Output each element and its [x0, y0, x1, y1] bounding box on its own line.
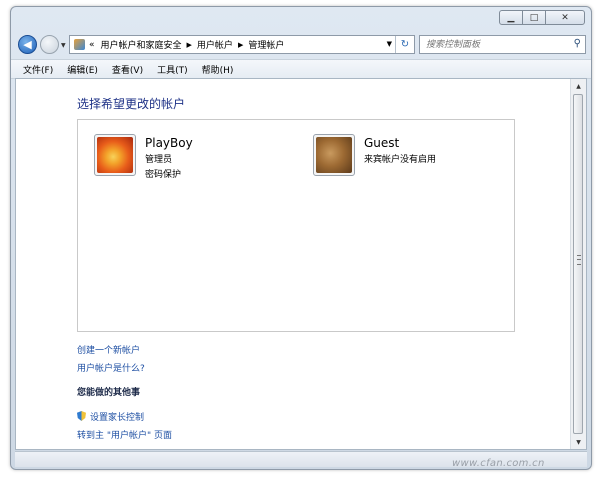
menu-edit[interactable]: 编辑(E) — [67, 63, 98, 76]
refresh-icon: ↻ — [400, 39, 410, 50]
account-status: 密码保护 — [145, 170, 182, 180]
menu-help[interactable]: 帮助(H) — [202, 63, 234, 76]
scroll-down-icon[interactable]: ▼ — [571, 435, 586, 449]
grip-icon — [577, 255, 581, 265]
search-input[interactable] — [420, 38, 568, 51]
create-account-link[interactable]: 创建一个新帐户 — [77, 343, 140, 356]
avatar[interactable] — [94, 134, 136, 176]
forward-button[interactable] — [40, 35, 59, 54]
menu-view[interactable]: 查看(V) — [112, 63, 143, 76]
breadcrumb-item[interactable]: 用户帐户 — [197, 38, 233, 51]
menu-file[interactable]: 文件(F) — [23, 63, 53, 76]
recent-pages-dropdown-icon[interactable]: ▼ — [61, 42, 66, 49]
menu-tools[interactable]: 工具(T) — [157, 63, 188, 76]
close-button[interactable]: ✕ — [545, 10, 585, 25]
back-arrow-icon: ◀ — [23, 38, 32, 51]
parental-controls-link[interactable]: 设置家长控制 — [77, 410, 144, 423]
navigation-bar: ◀ ▼ « 用户帐户和家庭安全 ▶ 用户帐户 ▶ 管理帐户 ▼ ↻ ⚲ — [11, 33, 591, 57]
breadcrumb-item[interactable]: 管理帐户 — [248, 38, 284, 51]
account-name[interactable]: Guest — [364, 136, 436, 150]
breadcrumb-item[interactable]: 用户帐户和家庭安全 — [101, 38, 182, 51]
search-box[interactable]: ⚲ — [419, 35, 586, 54]
avatar[interactable] — [313, 134, 355, 176]
account-type: 管理员 — [145, 155, 173, 165]
address-dropdown-icon[interactable]: ▼ — [387, 40, 392, 48]
watermark: www.cfan.com.cn — [452, 458, 545, 469]
account-tile-playboy[interactable]: PlayBoy 管理员 密码保护 — [94, 134, 193, 180]
goto-user-accounts-link[interactable]: 转到主 "用户帐户" 页面 — [77, 428, 172, 441]
account-status: 来宾帐户没有启用 — [364, 155, 437, 165]
scrollbar-thumb[interactable] — [573, 94, 583, 434]
chevron-right-icon[interactable]: ▶ — [187, 41, 192, 49]
luggage-avatar-icon — [316, 137, 352, 173]
control-panel-window: ▁ □ ✕ ◀ ▼ « 用户帐户和家庭安全 ▶ 用户帐户 ▶ 管理帐户 ▼ ↻ — [10, 6, 592, 470]
other-tasks-heading: 您能做的其他事 — [77, 388, 141, 398]
shield-icon — [77, 411, 86, 421]
what-is-user-account-link[interactable]: 用户帐户是什么? — [77, 361, 145, 374]
content-area: 选择希望更改的帐户 PlayBoy 管理员 密码保护 Guest 来宾帐户没有启… — [15, 78, 587, 450]
address-overflow[interactable]: « — [89, 40, 95, 50]
back-button[interactable]: ◀ — [18, 35, 37, 54]
page-title: 选择希望更改的帐户 — [77, 97, 186, 111]
parental-controls-label[interactable]: 设置家长控制 — [90, 413, 144, 423]
refresh-button[interactable]: ↻ — [395, 36, 414, 53]
vertical-scrollbar[interactable]: ▲ ▼ — [570, 79, 586, 449]
control-panel-icon — [74, 39, 85, 50]
scroll-up-icon[interactable]: ▲ — [571, 79, 586, 93]
account-info: Guest 来宾帐户没有启用 — [364, 134, 436, 176]
search-icon[interactable]: ⚲ — [574, 38, 581, 49]
minimize-button[interactable]: ▁ — [499, 10, 523, 25]
window-controls: ▁ □ ✕ — [499, 10, 585, 25]
title-bar: ▁ □ ✕ — [11, 7, 591, 33]
accounts-panel: PlayBoy 管理员 密码保护 Guest 来宾帐户没有启用 — [77, 119, 515, 332]
account-info: PlayBoy 管理员 密码保护 — [145, 134, 193, 180]
menu-bar: 文件(F) 编辑(E) 查看(V) 工具(T) 帮助(H) — [11, 59, 591, 79]
maximize-button[interactable]: □ — [522, 10, 546, 25]
account-tile-guest[interactable]: Guest 来宾帐户没有启用 — [313, 134, 436, 176]
address-bar[interactable]: « 用户帐户和家庭安全 ▶ 用户帐户 ▶ 管理帐户 ▼ ↻ — [69, 35, 415, 54]
account-name[interactable]: PlayBoy — [145, 136, 193, 150]
chevron-right-icon[interactable]: ▶ — [238, 41, 243, 49]
flower-avatar-icon — [97, 137, 133, 173]
